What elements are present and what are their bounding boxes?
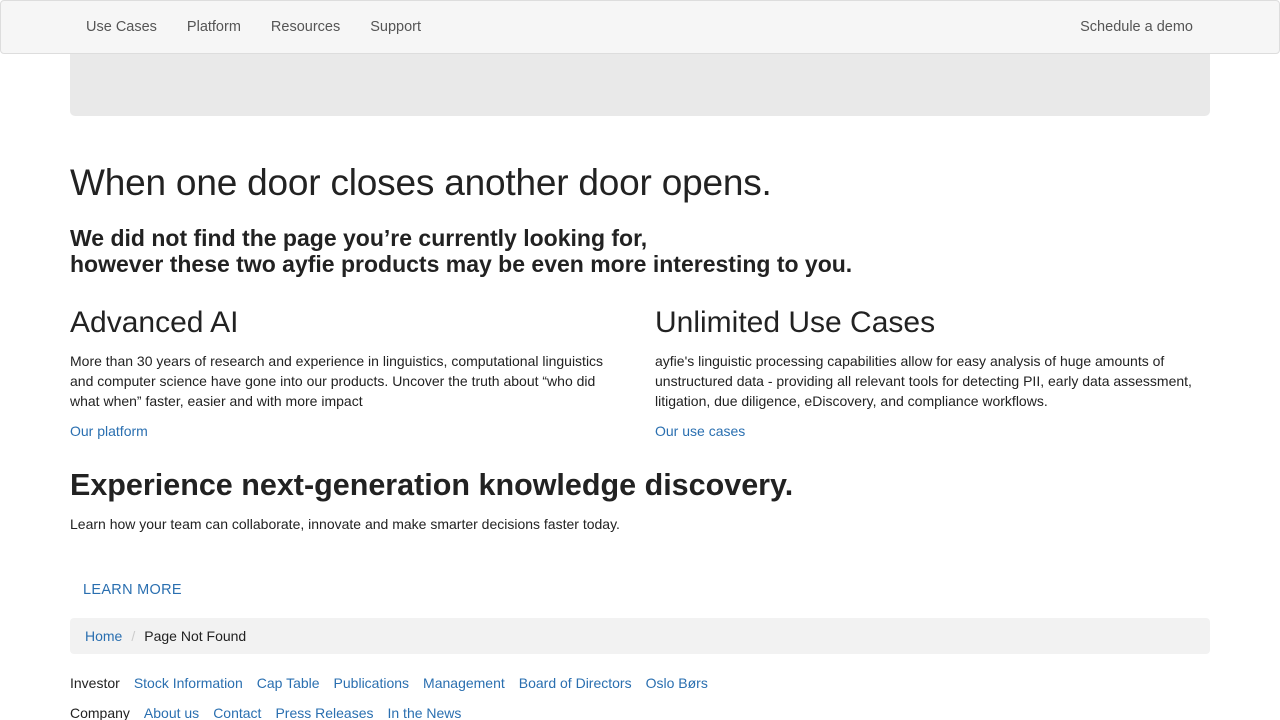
- footer-link-oslo-bors[interactable]: Oslo Børs: [646, 673, 708, 693]
- column-text: More than 30 years of research and exper…: [70, 353, 604, 409]
- our-use-cases-link[interactable]: Our use cases: [655, 421, 745, 441]
- use-cases-column: Unlimited Use Cases ayfie's linguistic p…: [655, 305, 1210, 441]
- footer-investor-label: Investor: [70, 675, 120, 691]
- subtitle-line-1: We did not find the page you’re currentl…: [70, 225, 648, 251]
- footer-company-label: Company: [70, 705, 130, 720]
- top-navbar: Use Cases Platform Resources Support Sch…: [0, 0, 1280, 54]
- footer-link-about-us[interactable]: About us: [144, 703, 199, 720]
- breadcrumb-current: Page Not Found: [144, 628, 247, 644]
- breadcrumb: Home / Page Not Found: [70, 618, 1210, 654]
- footer-link-publications[interactable]: Publications: [334, 673, 410, 693]
- footer-company-row: Company About us Contact Press Releases …: [70, 703, 475, 720]
- cta-title: Experience next-generation knowledge dis…: [70, 468, 794, 502]
- hero-banner: [70, 50, 1210, 116]
- page-subtitle: We did not find the page you’re currentl…: [70, 225, 852, 277]
- page-title: When one door closes another door opens.: [70, 162, 772, 203]
- column-text: ayfie's linguistic processing capabiliti…: [655, 353, 1192, 409]
- breadcrumb-separator: /: [131, 628, 136, 644]
- our-platform-link[interactable]: Our platform: [70, 421, 148, 441]
- schedule-demo-link[interactable]: Schedule a demo: [1065, 1, 1208, 53]
- footer-link-cap-table[interactable]: Cap Table: [257, 673, 320, 693]
- cta-text: Learn how your team can collaborate, inn…: [70, 516, 620, 532]
- subtitle-line-2: however these two ayfie products may be …: [70, 251, 853, 277]
- column-title: Unlimited Use Cases: [655, 306, 936, 339]
- nav-item-use-cases[interactable]: Use Cases: [71, 1, 172, 53]
- nav-item-resources[interactable]: Resources: [256, 1, 355, 53]
- column-title: Advanced AI: [70, 306, 239, 339]
- footer-link-management[interactable]: Management: [423, 673, 505, 693]
- nav-item-platform[interactable]: Platform: [172, 1, 256, 53]
- footer-investor-row: Investor Stock Information Cap Table Pub…: [70, 673, 722, 693]
- footer-link-stock-information[interactable]: Stock Information: [134, 673, 243, 693]
- nav-item-support[interactable]: Support: [355, 1, 436, 53]
- footer-link-contact[interactable]: Contact: [213, 703, 261, 720]
- footer-link-press-releases[interactable]: Press Releases: [275, 703, 373, 720]
- footer-link-board-of-directors[interactable]: Board of Directors: [519, 673, 632, 693]
- footer-link-in-the-news[interactable]: In the News: [387, 703, 461, 720]
- advanced-ai-column: Advanced AI More than 30 years of resear…: [70, 305, 625, 441]
- main-nav: Use Cases Platform Resources Support: [71, 1, 436, 53]
- breadcrumb-home-link[interactable]: Home: [85, 628, 122, 644]
- learn-more-button[interactable]: LEARN MORE: [70, 575, 195, 605]
